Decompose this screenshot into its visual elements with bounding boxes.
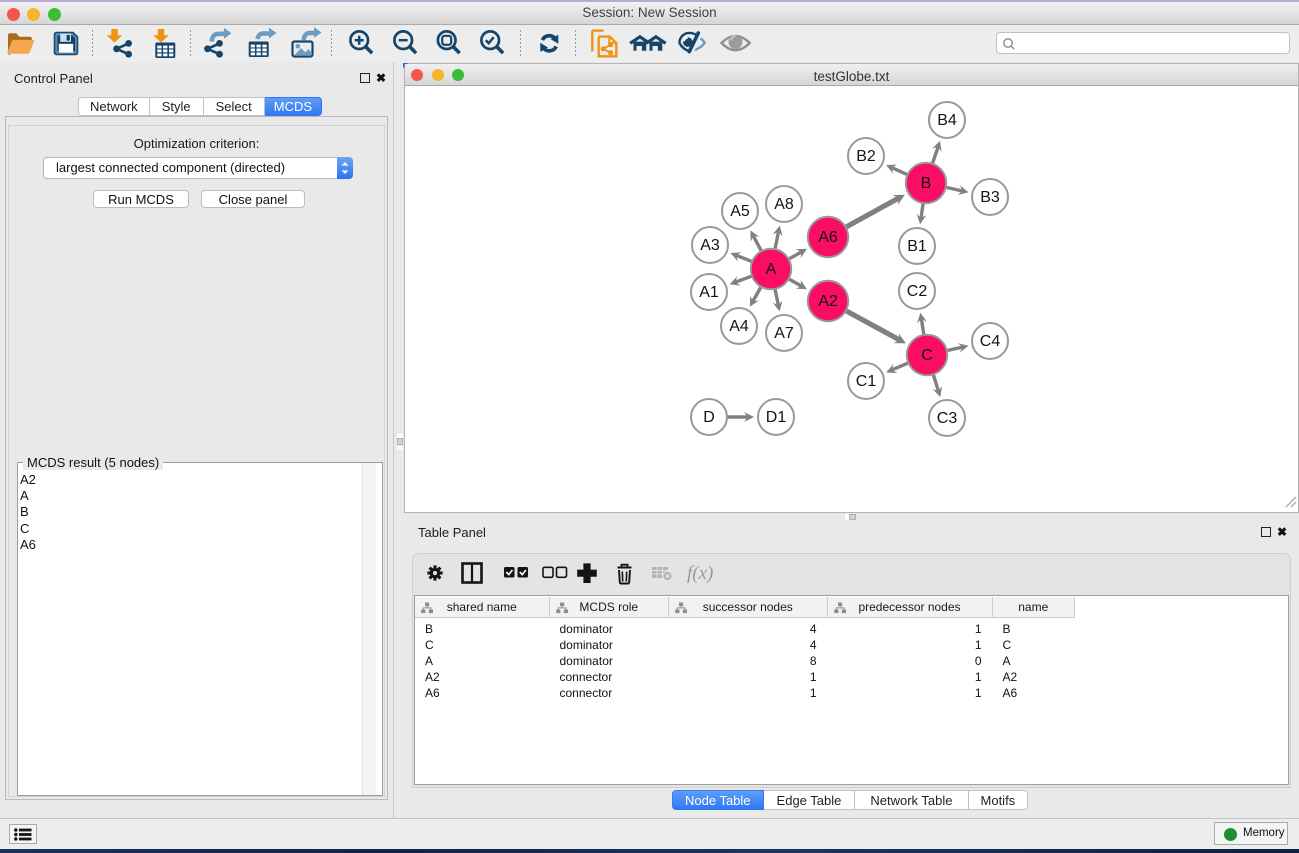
svg-text:C: C bbox=[921, 347, 933, 364]
svg-text:A3: A3 bbox=[700, 237, 720, 254]
svg-text:C1: C1 bbox=[856, 373, 877, 390]
svg-text:A7: A7 bbox=[774, 325, 794, 342]
svg-text:A6: A6 bbox=[818, 229, 838, 246]
svg-text:C2: C2 bbox=[907, 283, 928, 300]
svg-text:B4: B4 bbox=[937, 112, 957, 129]
svg-text:A5: A5 bbox=[730, 203, 750, 220]
svg-text:D: D bbox=[703, 409, 715, 426]
svg-text:A2: A2 bbox=[818, 293, 838, 310]
svg-text:C3: C3 bbox=[937, 410, 958, 427]
svg-text:f(x): f(x) bbox=[687, 563, 713, 584]
svg-text:A4: A4 bbox=[729, 318, 749, 335]
svg-text:A8: A8 bbox=[774, 196, 794, 213]
svg-text:B3: B3 bbox=[980, 189, 1000, 206]
svg-text:A1: A1 bbox=[699, 284, 719, 301]
svg-text:B: B bbox=[921, 175, 932, 192]
svg-text:B2: B2 bbox=[856, 148, 876, 165]
svg-text:D1: D1 bbox=[766, 409, 787, 426]
svg-text:C4: C4 bbox=[980, 333, 1001, 350]
svg-text:A: A bbox=[766, 261, 777, 278]
svg-text:B1: B1 bbox=[907, 238, 927, 255]
